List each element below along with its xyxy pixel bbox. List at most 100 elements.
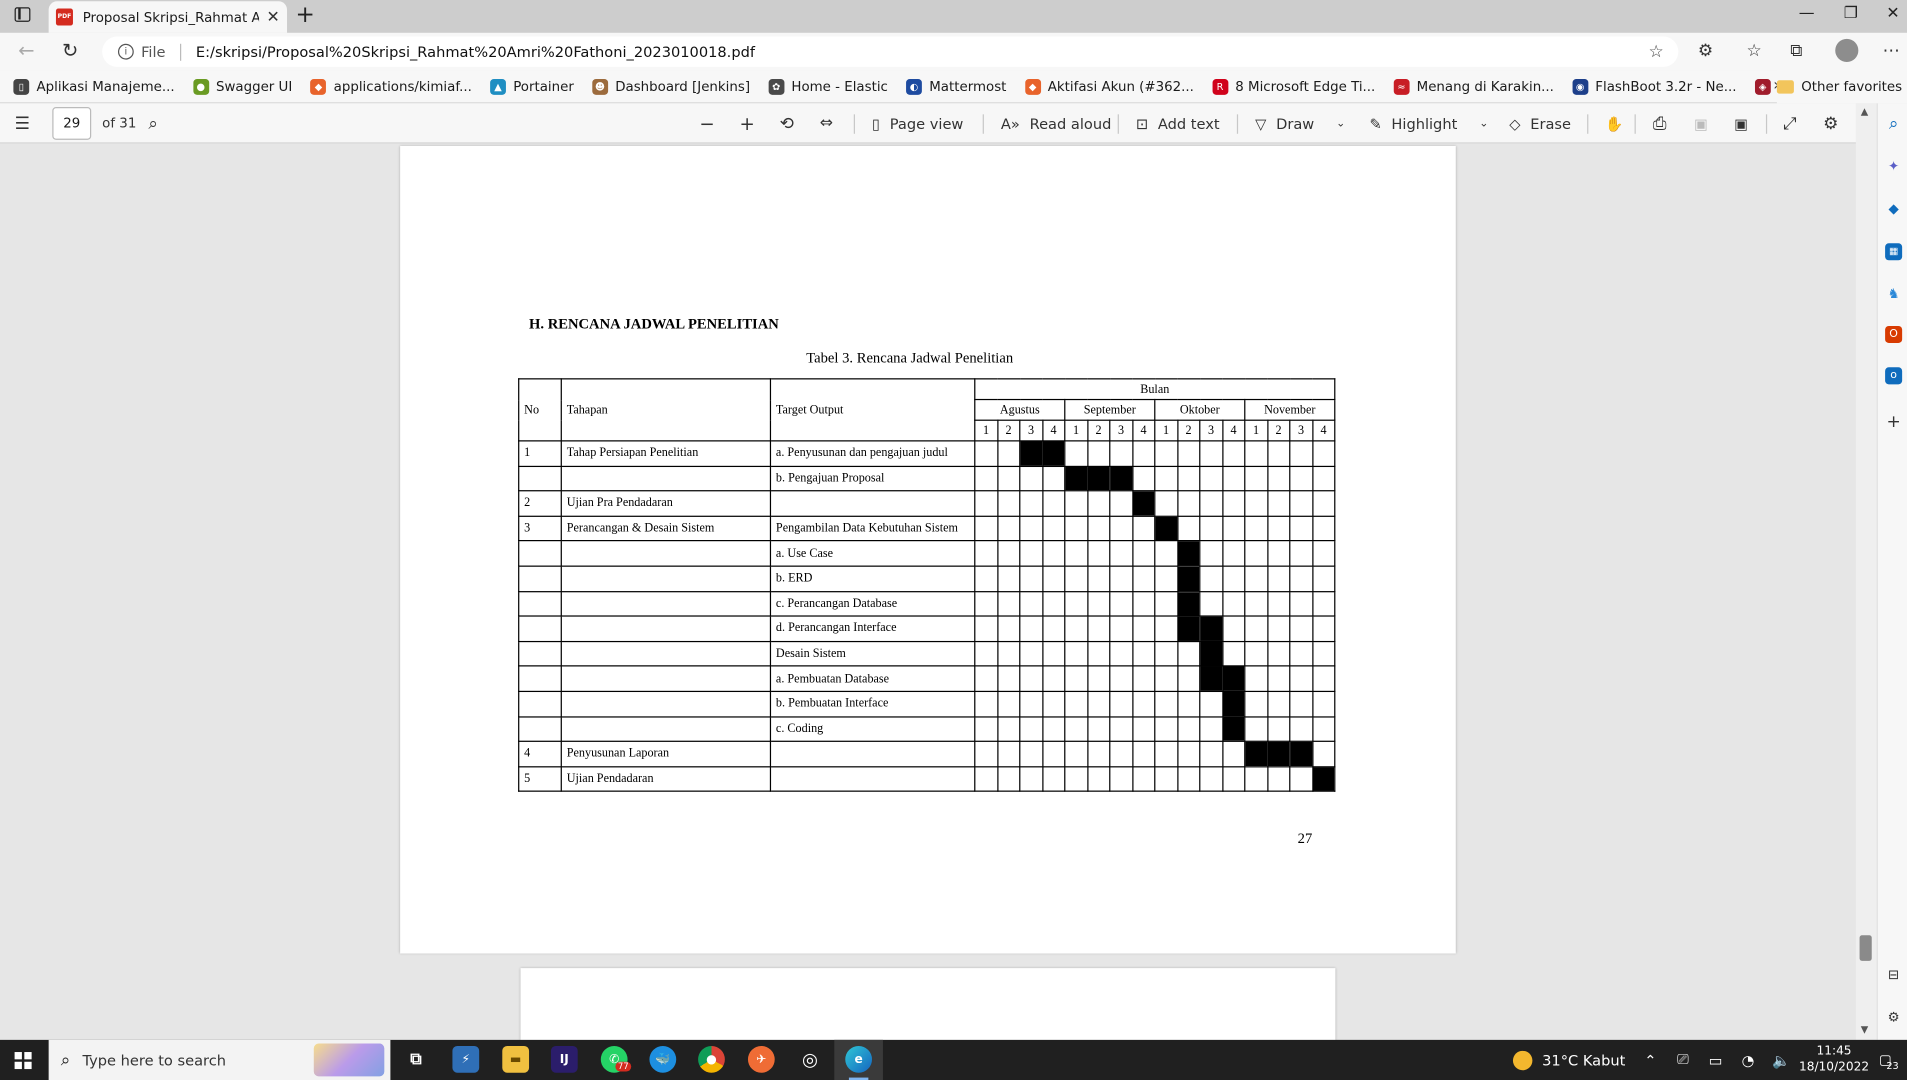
postman-icon[interactable]: ✈ (747, 1045, 775, 1073)
settings-icon[interactable]: ⚙ (1823, 103, 1838, 143)
schedule-cell (974, 465, 998, 492)
back-icon[interactable]: ← (18, 39, 34, 62)
tools-icon[interactable]: ▦ (1885, 243, 1903, 261)
table-row: c. Perancangan Database (518, 590, 1336, 617)
obs-icon[interactable]: ◎ (797, 1046, 824, 1073)
task-view-icon[interactable]: ⧉ (403, 1046, 430, 1073)
sidebar-settings-icon[interactable]: ⚙ (1885, 1009, 1902, 1026)
bookmark-item[interactable]: ☻ Dashboard [Jenkins] (592, 78, 750, 95)
schedule-cell (1221, 490, 1246, 517)
schedule-cell (1154, 665, 1178, 692)
schedule-cell (996, 690, 1021, 717)
minimize-icon[interactable]: — (1799, 5, 1815, 23)
schedule-cell (1019, 640, 1043, 667)
copilot-icon[interactable]: ✦ (1885, 158, 1902, 175)
contents-icon[interactable]: ☰ (15, 103, 30, 143)
tab-actions-icon[interactable] (14, 7, 31, 22)
cell-no (518, 565, 562, 592)
read-aloud-button[interactable]: A» Read aloud (1001, 103, 1111, 143)
clock[interactable]: 11:45 18/10/2022 (1798, 1044, 1871, 1076)
schedule-bar-cell (1199, 665, 1223, 692)
scroll-thumb[interactable] (1859, 935, 1872, 961)
address-bar[interactable]: i File E:/skripsi/Proposal%20Skripsi_Rah… (102, 36, 1679, 67)
file-explorer-icon[interactable]: ▬ (502, 1045, 530, 1073)
month-header: September (1064, 398, 1156, 421)
fullscreen-icon[interactable]: ⤢ (1783, 103, 1797, 143)
chrome-icon[interactable]: ● (698, 1045, 725, 1073)
profile-avatar[interactable] (1835, 38, 1859, 63)
jetbrains-icon[interactable]: IJ (550, 1045, 578, 1073)
week-header: 2 (1266, 419, 1291, 442)
page-number-input[interactable]: 29 (52, 107, 92, 140)
bookmark-item[interactable]: ◐ Mattermost (906, 78, 1006, 95)
favorite-star-icon[interactable]: ☆ (1648, 43, 1663, 62)
bookmark-item[interactable]: ✿ Home - Elastic (768, 78, 888, 95)
schedule-cell (1041, 765, 1066, 793)
windows-start-icon[interactable] (14, 1052, 32, 1070)
bookmark-item[interactable]: ▯ Aplikasi Manajeme... (13, 78, 175, 95)
search-icon[interactable]: ⌕ (1885, 116, 1902, 133)
schedule-cell (974, 665, 998, 692)
chevron-down-icon[interactable]: ⌄ (1479, 117, 1488, 129)
bookmark-item[interactable]: ◉ FlashBoot 3.2r - Ne... (1572, 78, 1737, 95)
print-icon[interactable]: ⎙ (1653, 103, 1667, 143)
chevron-down-icon[interactable]: ⌄ (1336, 117, 1345, 129)
save-as-icon[interactable]: ▣ (1734, 103, 1748, 143)
find-icon[interactable]: ⌕ (148, 103, 158, 143)
shopping-icon[interactable]: ◆ (1885, 201, 1902, 218)
bookmark-item[interactable]: ● Swagger UI (192, 78, 292, 95)
draw-icon: ▽ (1255, 114, 1267, 132)
battery-icon[interactable]: ▭ (1709, 1040, 1723, 1080)
favorites-icon[interactable]: ☆ (1746, 41, 1761, 60)
tray-device-icon[interactable]: ⎚ (1677, 1040, 1689, 1080)
zoom-in-icon[interactable]: + (739, 103, 754, 143)
refresh-icon[interactable]: ↻ (62, 39, 78, 62)
docker-icon[interactable]: 🐳 (649, 1045, 677, 1073)
rotate-icon[interactable]: ⟲ (780, 103, 794, 143)
tab-close-icon[interactable]: ✕ (266, 8, 279, 26)
tray-chevron-icon[interactable]: ⌃ (1644, 1040, 1656, 1080)
tab-active[interactable]: PDF Proposal Skripsi_Rahmat Amri Fa ✕ (48, 1, 288, 33)
window-close-icon[interactable]: ✕ (1886, 5, 1899, 23)
url-text[interactable]: E:/skripsi/Proposal%20Skripsi_Rahmat%20A… (196, 43, 755, 60)
games-icon[interactable]: ♞ (1885, 286, 1902, 303)
fit-width-icon[interactable]: ⇔ (820, 103, 833, 143)
new-tab-button[interactable]: + (296, 1, 315, 28)
bookmark-item[interactable]: R8 Microsoft Edge Ti... (1212, 78, 1375, 95)
week-header: 1 (1064, 419, 1088, 442)
draw-button[interactable]: ▽ Draw ⌄ (1255, 103, 1345, 143)
edge-icon[interactable]: e (845, 1045, 873, 1073)
add-text-button[interactable]: ⊡ Add text (1136, 103, 1220, 143)
network-app-icon[interactable]: ⚡ (452, 1045, 480, 1073)
scroll-down-icon[interactable]: ▼ (1861, 1024, 1868, 1035)
other-favorites[interactable]: Other favorites (1776, 70, 1907, 104)
outlook-icon[interactable]: o (1885, 367, 1903, 385)
taskbar-search[interactable]: ⌕ Type here to search (48, 1039, 391, 1080)
info-icon[interactable]: i (117, 43, 134, 60)
collections-icon[interactable]: ⧉ (1790, 41, 1802, 60)
highlight-button[interactable]: ✎ Highlight ⌄ (1369, 103, 1488, 143)
schedule-cell (1176, 640, 1201, 667)
schedule-cell (1064, 590, 1088, 617)
vertical-scrollbar[interactable]: ▲ ▼ (1855, 103, 1877, 1040)
extensions-icon[interactable]: ⚙ (1698, 41, 1713, 60)
office-icon[interactable]: O (1885, 325, 1903, 343)
bookmark-item[interactable]: ◆ applications/kimiaf... (310, 78, 472, 95)
add-sidebar-icon[interactable]: + (1885, 414, 1902, 431)
bookmark-item[interactable]: ▲ Portainer (490, 78, 574, 95)
hide-sidebar-icon[interactable]: ⊟ (1885, 967, 1902, 984)
cell-target: b. Pengajuan Proposal (769, 465, 976, 492)
schedule-cell (1131, 590, 1156, 617)
page-view-button[interactable]: ▯ Page view (872, 103, 963, 143)
more-menu-icon[interactable]: ⋯ (1883, 41, 1900, 60)
bookmark-item[interactable]: ◆ Aktifasi Akun (#362... (1024, 78, 1194, 95)
restore-icon[interactable]: ❐ (1844, 5, 1858, 23)
bookmark-item[interactable]: ≈ Menang di Karakin... (1393, 78, 1554, 95)
weather-widget[interactable]: 31°C Kabut (1512, 1040, 1625, 1080)
erase-button[interactable]: ◇ Erase (1509, 103, 1571, 143)
scroll-up-icon[interactable]: ▲ (1861, 106, 1868, 117)
touch-icon: ✋ (1605, 114, 1624, 132)
volume-icon[interactable]: 🔈 (1772, 1040, 1790, 1080)
wifi-icon[interactable]: ◔ (1742, 1040, 1755, 1080)
zoom-out-icon[interactable]: − (699, 103, 714, 143)
